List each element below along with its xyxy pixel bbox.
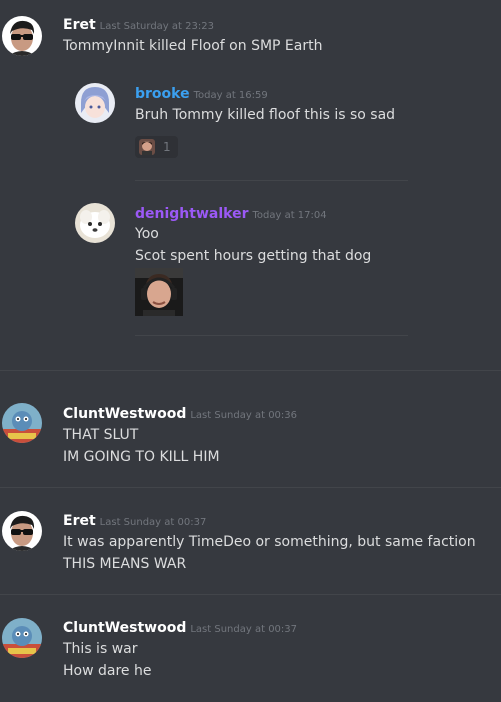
divider — [0, 487, 501, 488]
timestamp: Last Sunday at 00:37 — [190, 624, 298, 635]
timestamp: Last Sunday at 00:36 — [190, 410, 298, 421]
clunt-avatar-icon[interactable] — [2, 403, 42, 443]
eret-avatar-icon[interactable] — [2, 16, 42, 56]
message-text: Bruh Tommy killed floof this is so sad — [135, 107, 396, 123]
message-text: THIS MEANS WAR — [63, 556, 187, 572]
divider — [135, 335, 408, 336]
message-text: This is war — [63, 641, 138, 657]
divider — [0, 370, 501, 371]
timestamp: Last Sunday at 00:37 — [99, 517, 207, 528]
timestamp: Today at 17:04 — [252, 210, 327, 221]
denightwalker-avatar-icon[interactable] — [75, 203, 115, 243]
username[interactable]: CluntWestwood — [63, 620, 186, 636]
face-emoji-icon — [139, 139, 155, 155]
username[interactable]: brooke — [135, 86, 190, 102]
message-text: THAT SLUT — [63, 427, 139, 443]
message-text: IM GOING TO KILL HIM — [63, 449, 220, 465]
timestamp: Today at 16:59 — [193, 90, 268, 101]
username[interactable]: Eret — [63, 17, 96, 33]
message-text: TommyInnit killed Floof on SMP Earth — [63, 38, 323, 54]
divider — [0, 594, 501, 595]
username[interactable]: CluntWestwood — [63, 406, 186, 422]
brooke-avatar-icon[interactable] — [75, 83, 115, 123]
username[interactable]: denightwalker — [135, 206, 248, 222]
person-headset-image[interactable] — [135, 268, 183, 316]
divider — [135, 180, 408, 181]
reaction-button[interactable]: 1 — [135, 136, 178, 158]
message-text: Yoo — [135, 226, 159, 242]
username[interactable]: Eret — [63, 513, 96, 529]
timestamp: Last Saturday at 23:23 — [99, 21, 214, 32]
message-text: It was apparently TimeDeo or something, … — [63, 534, 476, 550]
reaction-count: 1 — [163, 140, 171, 154]
eret-avatar-icon[interactable] — [2, 511, 42, 551]
clunt-avatar-icon[interactable] — [2, 618, 42, 658]
message-text: How dare he — [63, 663, 152, 679]
message-text: Scot spent hours getting that dog — [135, 248, 372, 264]
